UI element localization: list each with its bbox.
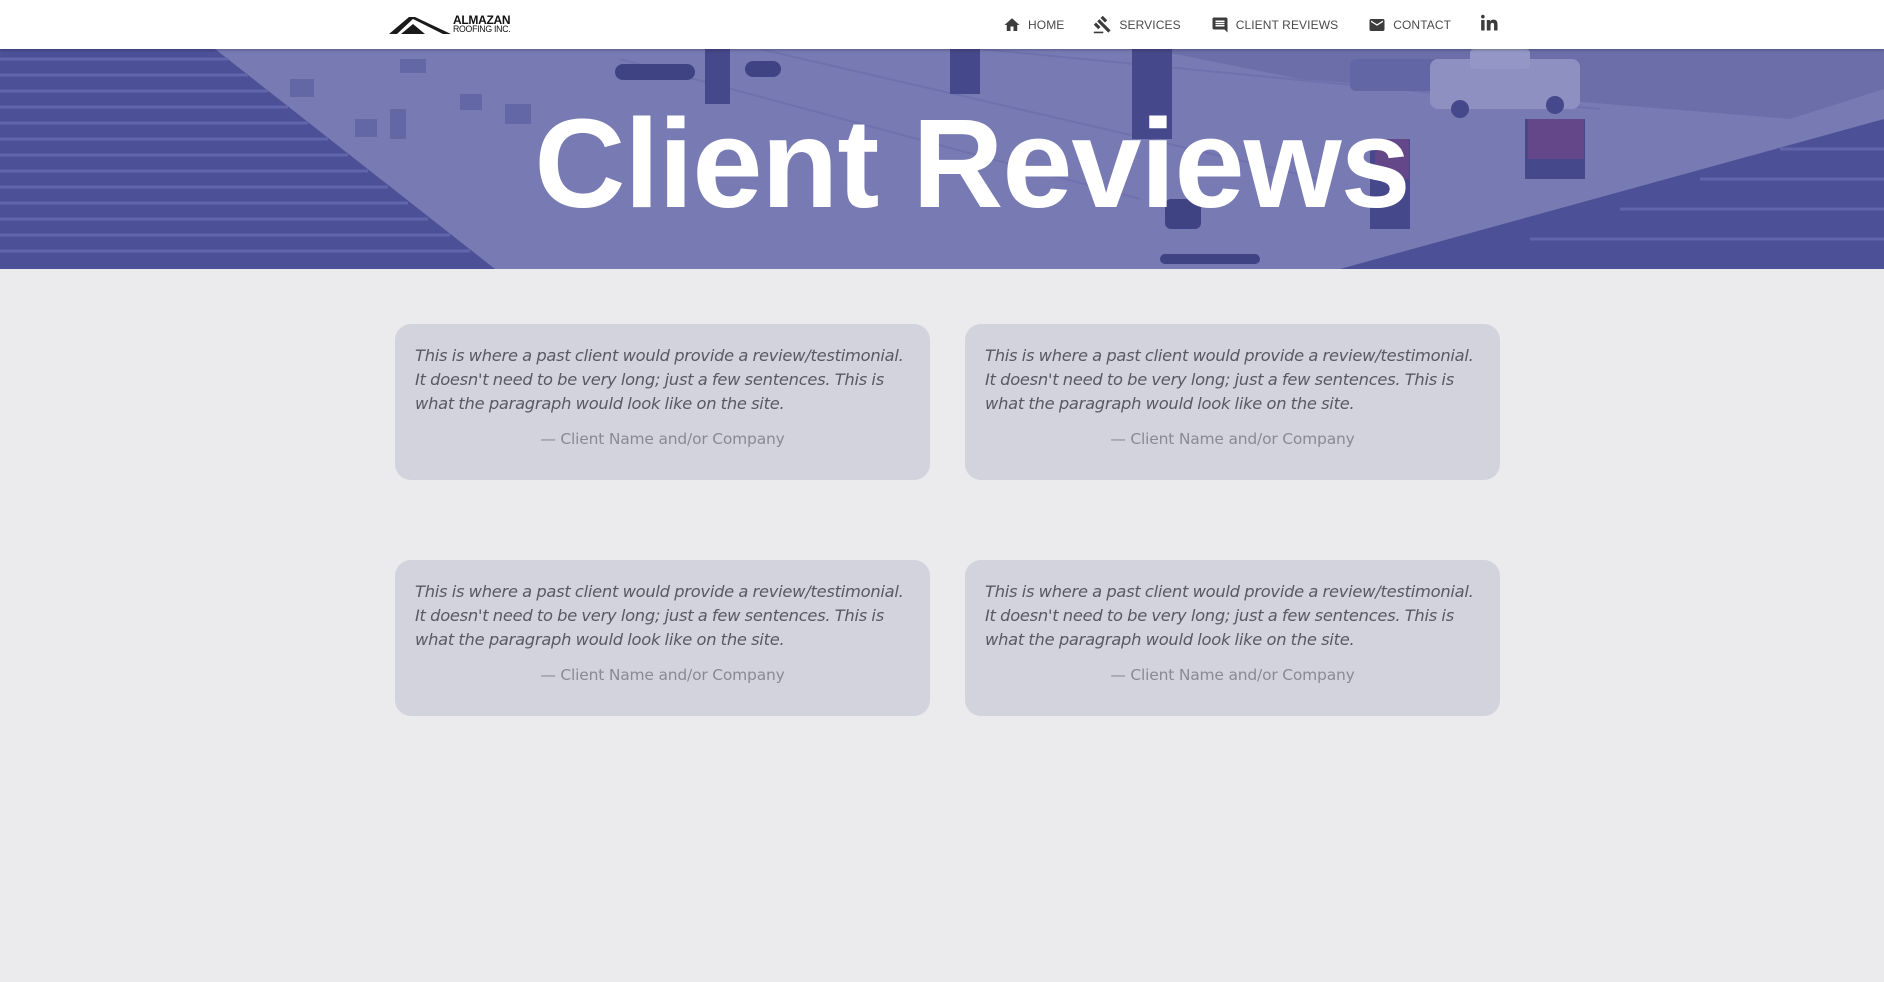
review-card: This is where a past client would provid…	[395, 324, 930, 480]
nav-services-link[interactable]: SERVICES	[1093, 0, 1181, 49]
linkedin-icon	[1481, 14, 1499, 35]
review-author: — Client Name and/or Company	[1110, 666, 1355, 684]
review-quote: This is where a past client would provid…	[415, 582, 904, 649]
linkedin-link[interactable]	[1481, 0, 1499, 49]
home-icon	[1003, 16, 1021, 34]
review-author: — Client Name and/or Company	[540, 430, 785, 448]
company-logo[interactable]: ALMAZAN ROOFING INC.	[389, 13, 515, 37]
mail-icon	[1368, 16, 1386, 34]
roof-logo-icon	[389, 17, 451, 34]
top-navbar: ALMAZAN ROOFING INC. HOME SERVICES CLIEN…	[0, 0, 1884, 49]
logo-text: ALMAZAN ROOFING INC.	[453, 14, 515, 35]
review-author: — Client Name and/or Company	[1110, 430, 1355, 448]
nav-home-link[interactable]: HOME	[1003, 0, 1064, 49]
gavel-icon	[1093, 15, 1112, 34]
review-card: This is where a past client would provid…	[965, 560, 1500, 716]
review-card: This is where a past client would provid…	[395, 560, 930, 716]
main-nav: HOME SERVICES CLIENT REVIEWS CONTACT	[1003, 0, 1499, 49]
nav-contact-label: CONTACT	[1393, 17, 1452, 32]
nav-services-label: SERVICES	[1119, 17, 1181, 32]
review-quote: This is where a past client would provid…	[985, 582, 1474, 649]
review-author: — Client Name and/or Company	[540, 666, 785, 684]
nav-client-reviews-link[interactable]: CLIENT REVIEWS	[1211, 0, 1339, 49]
nav-contact-link[interactable]: CONTACT	[1368, 0, 1451, 49]
nav-home-label: HOME	[1028, 17, 1065, 32]
review-card: This is where a past client would provid…	[965, 324, 1500, 480]
logo-line-2: ROOFING INC.	[453, 24, 511, 35]
review-quote: This is where a past client would provid…	[985, 346, 1474, 413]
nav-client-reviews-label: CLIENT REVIEWS	[1235, 17, 1339, 32]
review-quote: This is where a past client would provid…	[415, 346, 904, 413]
page-title: Client Reviews	[534, 93, 1410, 234]
hero-banner: Client Reviews	[0, 49, 1884, 269]
comment-icon	[1211, 16, 1229, 34]
